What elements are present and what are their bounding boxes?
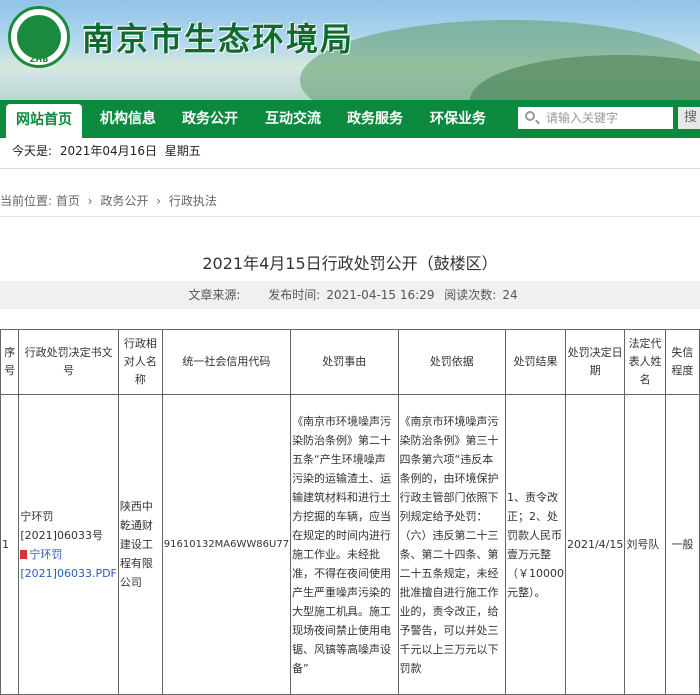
views-count: 24	[502, 288, 518, 302]
header-legal-rep: 法定代表人姓名	[624, 329, 666, 395]
pdf-icon	[20, 550, 28, 559]
breadcrumb: 当前位置: 首页 › 政务公开 › 行政执法	[0, 186, 700, 217]
article-title: 2021年4月15日行政处罚公开（鼓楼区）	[202, 254, 498, 273]
source-label: 文章来源:	[188, 288, 241, 302]
nav-item-gov-affairs[interactable]: 政务公开	[182, 100, 238, 138]
cell-reason: 《南京市环境噪声污染防治条例》第二十五条“产生环境噪声污染的运输渣土、运输建筑材…	[290, 394, 399, 695]
header-credit-code: 统一社会信用代码	[161, 329, 292, 395]
header-credit-level: 失信程度	[664, 329, 700, 395]
pdf-download-link[interactable]: 宁环罚[2021]06033.PDF	[20, 545, 117, 583]
current-weekday: 星期五	[164, 144, 201, 158]
cell-legal-rep: 刘号队	[624, 394, 666, 695]
date-bar: 今天是: 2021年04月16日 星期五	[0, 138, 700, 169]
table-row: 1 宁环罚 [2021]06033号 宁环罚[2021]06033.PDF 陕西…	[0, 394, 700, 695]
nav-item-organization[interactable]: 机构信息	[100, 100, 156, 138]
header-index: 序号	[0, 329, 20, 395]
views-label: 阅读次数:	[444, 288, 497, 302]
header-reason: 处罚事由	[290, 329, 399, 395]
cell-basis: 《南京市环境噪声污染防治条例》第三十四条第六项“违反本条例的，由环境保护行政主管…	[397, 394, 506, 695]
search-input[interactable]: 请输入关键字	[518, 107, 673, 129]
header-date: 处罚决定日期	[564, 329, 626, 395]
breadcrumb-separator: ›	[156, 194, 162, 208]
header-basis: 处罚依据	[397, 329, 506, 395]
current-date: 2021年04月16日	[59, 144, 157, 158]
nav-item-interaction[interactable]: 互动交流	[265, 100, 321, 138]
cell-index: 1	[0, 394, 20, 695]
doc-no-line2: [2021]06033号	[20, 528, 103, 542]
cell-party: 陕西中乾通财建设工程有限公司	[117, 394, 163, 695]
cell-credit-level: 一般	[664, 394, 700, 695]
breadcrumb-separator: ›	[87, 194, 93, 208]
site-logo[interactable]: ZHB	[8, 6, 70, 68]
nav-item-env-business[interactable]: 环保业务	[430, 100, 486, 138]
header-result: 处罚结果	[504, 329, 566, 395]
search-button[interactable]: 搜	[678, 107, 700, 129]
search-icon	[525, 111, 535, 121]
logo-emblem	[17, 15, 61, 59]
breadcrumb-home[interactable]: 首页	[56, 186, 80, 216]
breadcrumb-prefix: 当前位置:	[0, 194, 53, 208]
header-party: 行政相对人名称	[117, 329, 163, 395]
doc-no-line1: 宁环罚	[20, 509, 54, 523]
site-title: 南京市生态环境局	[82, 20, 355, 58]
nav-item-home[interactable]: 网站首页	[6, 104, 82, 138]
article-meta: 文章来源: 发布时间: 2021-04-15 16:29 阅读次数: 24	[0, 281, 700, 309]
cell-credit-code: 91610132MA6WW86U77	[161, 394, 292, 695]
table-header-row: 序号 行政处罚决定书文号 行政相对人名称 统一社会信用代码 处罚事由 处罚依据 …	[0, 329, 700, 395]
penalty-table: 序号 行政处罚决定书文号 行政相对人名称 统一社会信用代码 处罚事由 处罚依据 …	[0, 329, 700, 695]
nav-item-services[interactable]: 政务服务	[347, 100, 403, 138]
logo-text: ZHB	[29, 55, 49, 64]
publish-time: 2021-04-15 16:29	[326, 288, 435, 302]
breadcrumb-gov-affairs[interactable]: 政务公开	[100, 186, 148, 216]
cell-date: 2021/4/15	[564, 394, 626, 695]
header-doc-no: 行政处罚决定书文号	[18, 329, 119, 395]
cell-result: 1、责令改正；2、处罚款人民币壹万元整（￥10000元整）。	[504, 394, 566, 695]
publish-label: 发布时间:	[268, 288, 321, 302]
cell-doc-no: 宁环罚 [2021]06033号 宁环罚[2021]06033.PDF	[18, 394, 119, 695]
breadcrumb-enforcement[interactable]: 行政执法	[169, 186, 217, 216]
header-banner: ZHB 南京市生态环境局	[0, 0, 700, 100]
date-label: 今天是: 2021年04月16日 星期五	[12, 144, 201, 158]
